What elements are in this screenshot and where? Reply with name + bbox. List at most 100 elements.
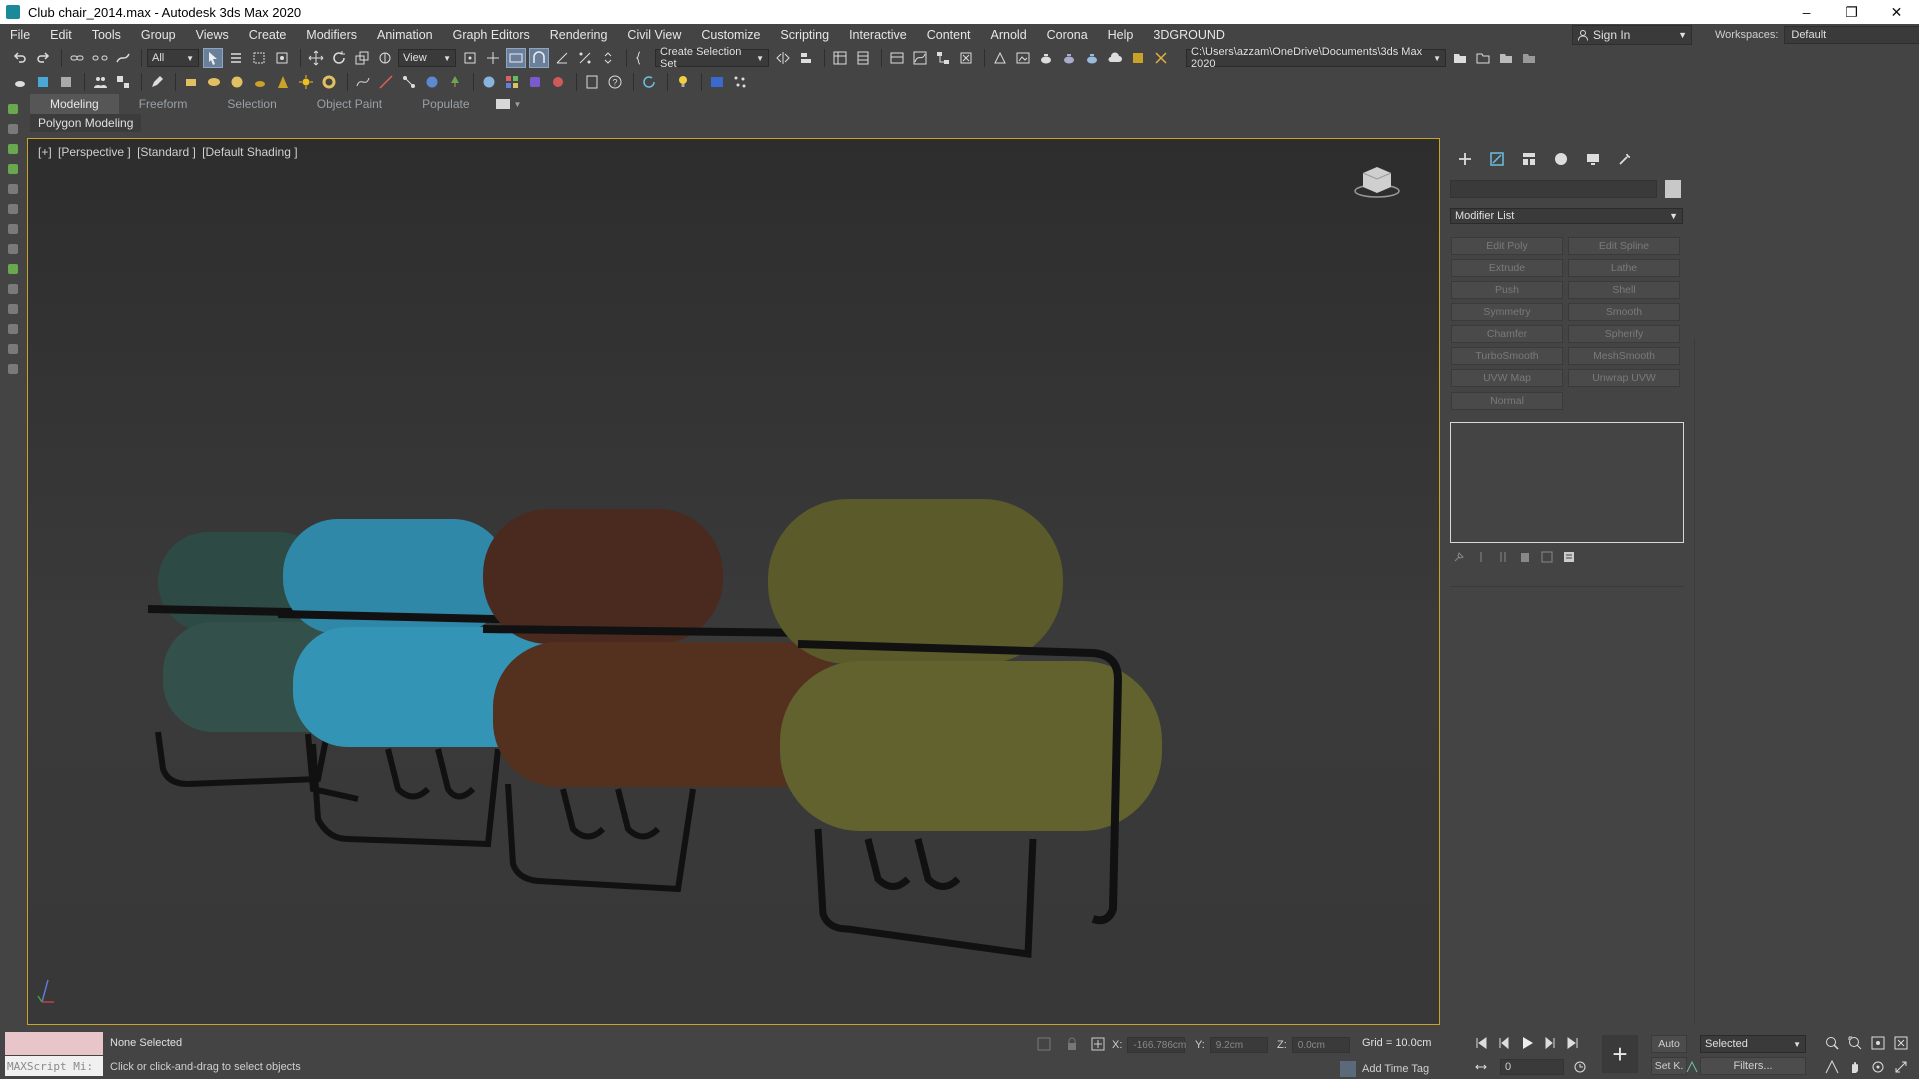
strip-create-icon[interactable] xyxy=(8,104,18,114)
named-selection-set-dropdown[interactable]: Create Selection Set ▼ xyxy=(655,46,769,70)
strip-plant-icon[interactable] xyxy=(8,264,18,274)
close-button[interactable]: ✕ xyxy=(1874,0,1919,24)
modifier-chamfer-button[interactable]: Chamfer xyxy=(1451,325,1563,343)
move-button[interactable] xyxy=(306,48,326,68)
strip-select-icon[interactable] xyxy=(8,124,18,134)
unlink-button[interactable] xyxy=(90,48,110,68)
menu-group[interactable]: Group xyxy=(131,28,186,42)
menu-arnold[interactable]: Arnold xyxy=(981,28,1037,42)
material-preview-button[interactable] xyxy=(548,72,568,92)
menu-create[interactable]: Create xyxy=(239,28,297,42)
orbit-button[interactable] xyxy=(1870,1059,1886,1075)
reference-coordinate-dropdown[interactable]: View ▼ xyxy=(398,49,456,67)
menu-content[interactable]: Content xyxy=(917,28,981,42)
modifier-turbosmooth-button[interactable]: TurboSmooth xyxy=(1451,347,1563,365)
menu-3dground[interactable]: 3DGROUND xyxy=(1143,28,1235,42)
create-cone-button[interactable] xyxy=(273,72,293,92)
multi-material-button[interactable] xyxy=(502,72,522,92)
percent-snap-button[interactable] xyxy=(575,48,595,68)
select-by-name-button[interactable] xyxy=(226,48,246,68)
previous-frame-button[interactable] xyxy=(1496,1035,1512,1051)
zoom-all-button[interactable] xyxy=(1847,1035,1863,1051)
pin-stack-icon[interactable] xyxy=(1452,550,1466,564)
scatter-tool-button[interactable] xyxy=(730,72,750,92)
key-filter-dropdown[interactable]: Selected ▼ xyxy=(1700,1035,1806,1053)
zoom-button[interactable] xyxy=(1824,1035,1840,1051)
object-name-field[interactable] xyxy=(1450,180,1657,198)
tab-display[interactable] xyxy=(1580,148,1606,170)
zoom-extents-all-button[interactable] xyxy=(1893,1035,1909,1051)
ribbon-options-button[interactable]: ▼ xyxy=(490,94,528,114)
maximize-viewport-button[interactable] xyxy=(1893,1059,1909,1075)
mirror-button[interactable] xyxy=(773,48,793,68)
selection-filter-dropdown[interactable]: All ▼ xyxy=(147,49,199,67)
pencil-tool-button[interactable] xyxy=(147,72,167,92)
create-sphere-button[interactable] xyxy=(227,72,247,92)
strip-tree-icon[interactable] xyxy=(8,164,18,174)
undo-button[interactable] xyxy=(10,48,30,68)
go-to-end-button[interactable] xyxy=(1565,1035,1581,1051)
chair-olive[interactable] xyxy=(768,499,1162,958)
minimize-button[interactable]: – xyxy=(1784,0,1829,24)
render-iterative-button[interactable] xyxy=(1059,48,1079,68)
perspective-viewport[interactable]: [+] [Perspective ] [Standard ] [Default … xyxy=(27,138,1440,1025)
key-filters-button[interactable]: Filters... xyxy=(1700,1057,1806,1075)
material-sphere-button[interactable] xyxy=(479,72,499,92)
coord-z-field[interactable]: 0.0cm xyxy=(1291,1037,1350,1053)
modifier-list-dropdown[interactable]: Modifier List ▼ xyxy=(1450,208,1683,224)
edit-named-selection-button[interactable] xyxy=(632,48,652,68)
tab-create[interactable] xyxy=(1452,148,1478,170)
zoom-extents-button[interactable] xyxy=(1870,1035,1886,1051)
modifier-uvw-map-button[interactable]: UVW Map xyxy=(1451,369,1563,387)
render-in-cloud-button[interactable] xyxy=(1105,48,1125,68)
modifier-shell-button[interactable]: Shell xyxy=(1568,281,1680,299)
rectangular-selection-button[interactable] xyxy=(249,48,269,68)
strip-wave-icon[interactable] xyxy=(8,344,18,354)
create-teapot-button[interactable] xyxy=(250,72,270,92)
menu-modifiers[interactable]: Modifiers xyxy=(296,28,367,42)
project-path-dropdown[interactable]: C:\Users\azzam\OneDrive\Documents\3ds Ma… xyxy=(1186,46,1446,70)
tab-motion[interactable] xyxy=(1548,148,1574,170)
menu-edit[interactable]: Edit xyxy=(40,28,82,42)
fb-tool-button[interactable] xyxy=(707,72,727,92)
go-to-start-button[interactable] xyxy=(1473,1035,1489,1051)
play-button[interactable] xyxy=(1519,1035,1535,1051)
maximize-button[interactable]: ❐ xyxy=(1829,0,1874,24)
create-light-button[interactable] xyxy=(296,72,316,92)
lock-icon[interactable] xyxy=(1064,1036,1080,1052)
render-setup-button[interactable] xyxy=(990,48,1010,68)
strip-eye-icon[interactable] xyxy=(8,324,18,334)
key-mode-toggle[interactable] xyxy=(1473,1059,1489,1075)
pan-button[interactable] xyxy=(1847,1059,1863,1075)
rotate-button[interactable] xyxy=(329,48,349,68)
corona-tool-button[interactable] xyxy=(1151,48,1171,68)
tab-hierarchy[interactable] xyxy=(1516,148,1542,170)
modifier-edit-poly-button[interactable]: Edit Poly xyxy=(1451,237,1563,255)
tab-modify[interactable] xyxy=(1484,148,1510,170)
time-config-button[interactable] xyxy=(1572,1059,1588,1075)
modifier-stack-list[interactable] xyxy=(1450,422,1684,543)
modifier-sets-icon[interactable] xyxy=(1562,550,1576,564)
coord-y-field[interactable]: 9.2cm xyxy=(1209,1037,1268,1053)
modifier-extrude-button[interactable]: Extrude xyxy=(1451,259,1563,277)
menu-interactive[interactable]: Interactive xyxy=(839,28,917,42)
material-slot-button[interactable] xyxy=(525,72,545,92)
strip-list-icon[interactable] xyxy=(8,184,18,194)
menu-civil-view[interactable]: Civil View xyxy=(617,28,691,42)
tab-populate[interactable]: Populate xyxy=(402,94,489,114)
curve-editor-button[interactable] xyxy=(910,48,930,68)
menu-corona[interactable]: Corona xyxy=(1037,28,1098,42)
workspaces-dropdown[interactable]: Default ▼ xyxy=(1784,26,1919,44)
menu-graph-editors[interactable]: Graph Editors xyxy=(443,28,540,42)
menu-file[interactable]: File xyxy=(0,28,40,42)
strip-drop-icon[interactable] xyxy=(8,364,18,374)
auto-key-button[interactable]: Auto xyxy=(1651,1035,1687,1053)
help-button[interactable]: ? xyxy=(605,72,625,92)
layer-explorer-button[interactable] xyxy=(853,48,873,68)
modifier-normal-button[interactable]: Normal xyxy=(1451,392,1563,410)
scale-button[interactable] xyxy=(352,48,372,68)
snaps-toggle-button[interactable] xyxy=(529,48,549,68)
refresh-button[interactable] xyxy=(639,72,659,92)
current-frame-field[interactable]: 0 xyxy=(1500,1059,1564,1075)
bulb-button[interactable] xyxy=(673,72,693,92)
